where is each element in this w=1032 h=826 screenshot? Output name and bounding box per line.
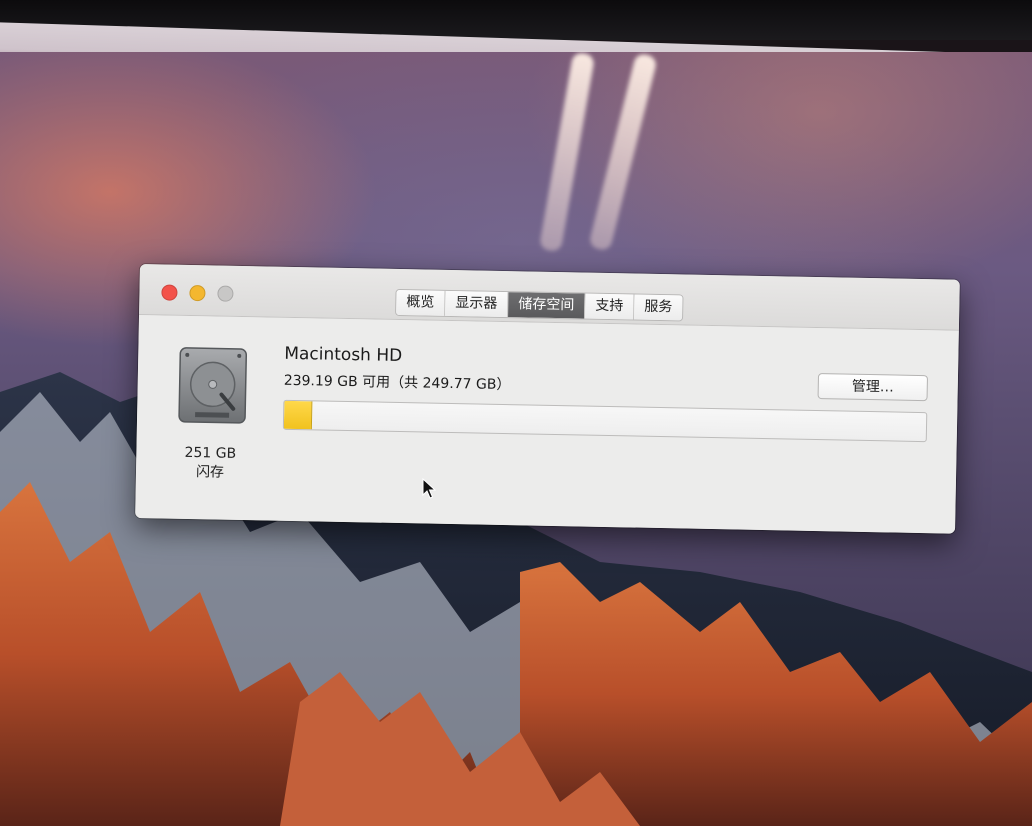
- tab-support[interactable]: 支持: [585, 293, 635, 320]
- drive-size-label: 251 GB: [184, 444, 237, 462]
- glare-reflection: [588, 52, 658, 252]
- volume-name: Macintosh HD: [284, 343, 403, 367]
- close-button[interactable]: [161, 284, 178, 301]
- drive-type-label: 闪存: [195, 464, 225, 481]
- glare-reflection: [538, 51, 596, 253]
- manage-button[interactable]: 管理…: [817, 373, 929, 402]
- minimize-button[interactable]: [189, 284, 206, 302]
- tab-storage[interactable]: 储存空间: [508, 292, 586, 319]
- tab-overview[interactable]: 概览: [396, 289, 446, 316]
- tab-service[interactable]: 服务: [634, 294, 683, 321]
- drive-info: 251 GB 闪存: [168, 444, 253, 484]
- tab-displays[interactable]: 显示器: [445, 290, 509, 318]
- pointer-cursor-icon: [422, 478, 436, 499]
- storage-used-segment: [283, 400, 313, 430]
- hard-drive-icon: [178, 347, 248, 424]
- storage-usage-bar: [282, 399, 928, 443]
- storage-pane: 251 GB 闪存 Macintosh HD 239.19 GB 可用（共 24…: [135, 314, 959, 534]
- zoom-button[interactable]: [217, 285, 234, 302]
- volume-availability: 239.19 GB 可用（共 249.77 GB）: [283, 372, 511, 394]
- tab-bar: 概览 显示器 储存空间 支持 服务: [395, 288, 684, 322]
- about-this-mac-window: 概览 显示器 储存空间 支持 服务 251 GB 闪存 Macintosh HD…: [135, 264, 960, 534]
